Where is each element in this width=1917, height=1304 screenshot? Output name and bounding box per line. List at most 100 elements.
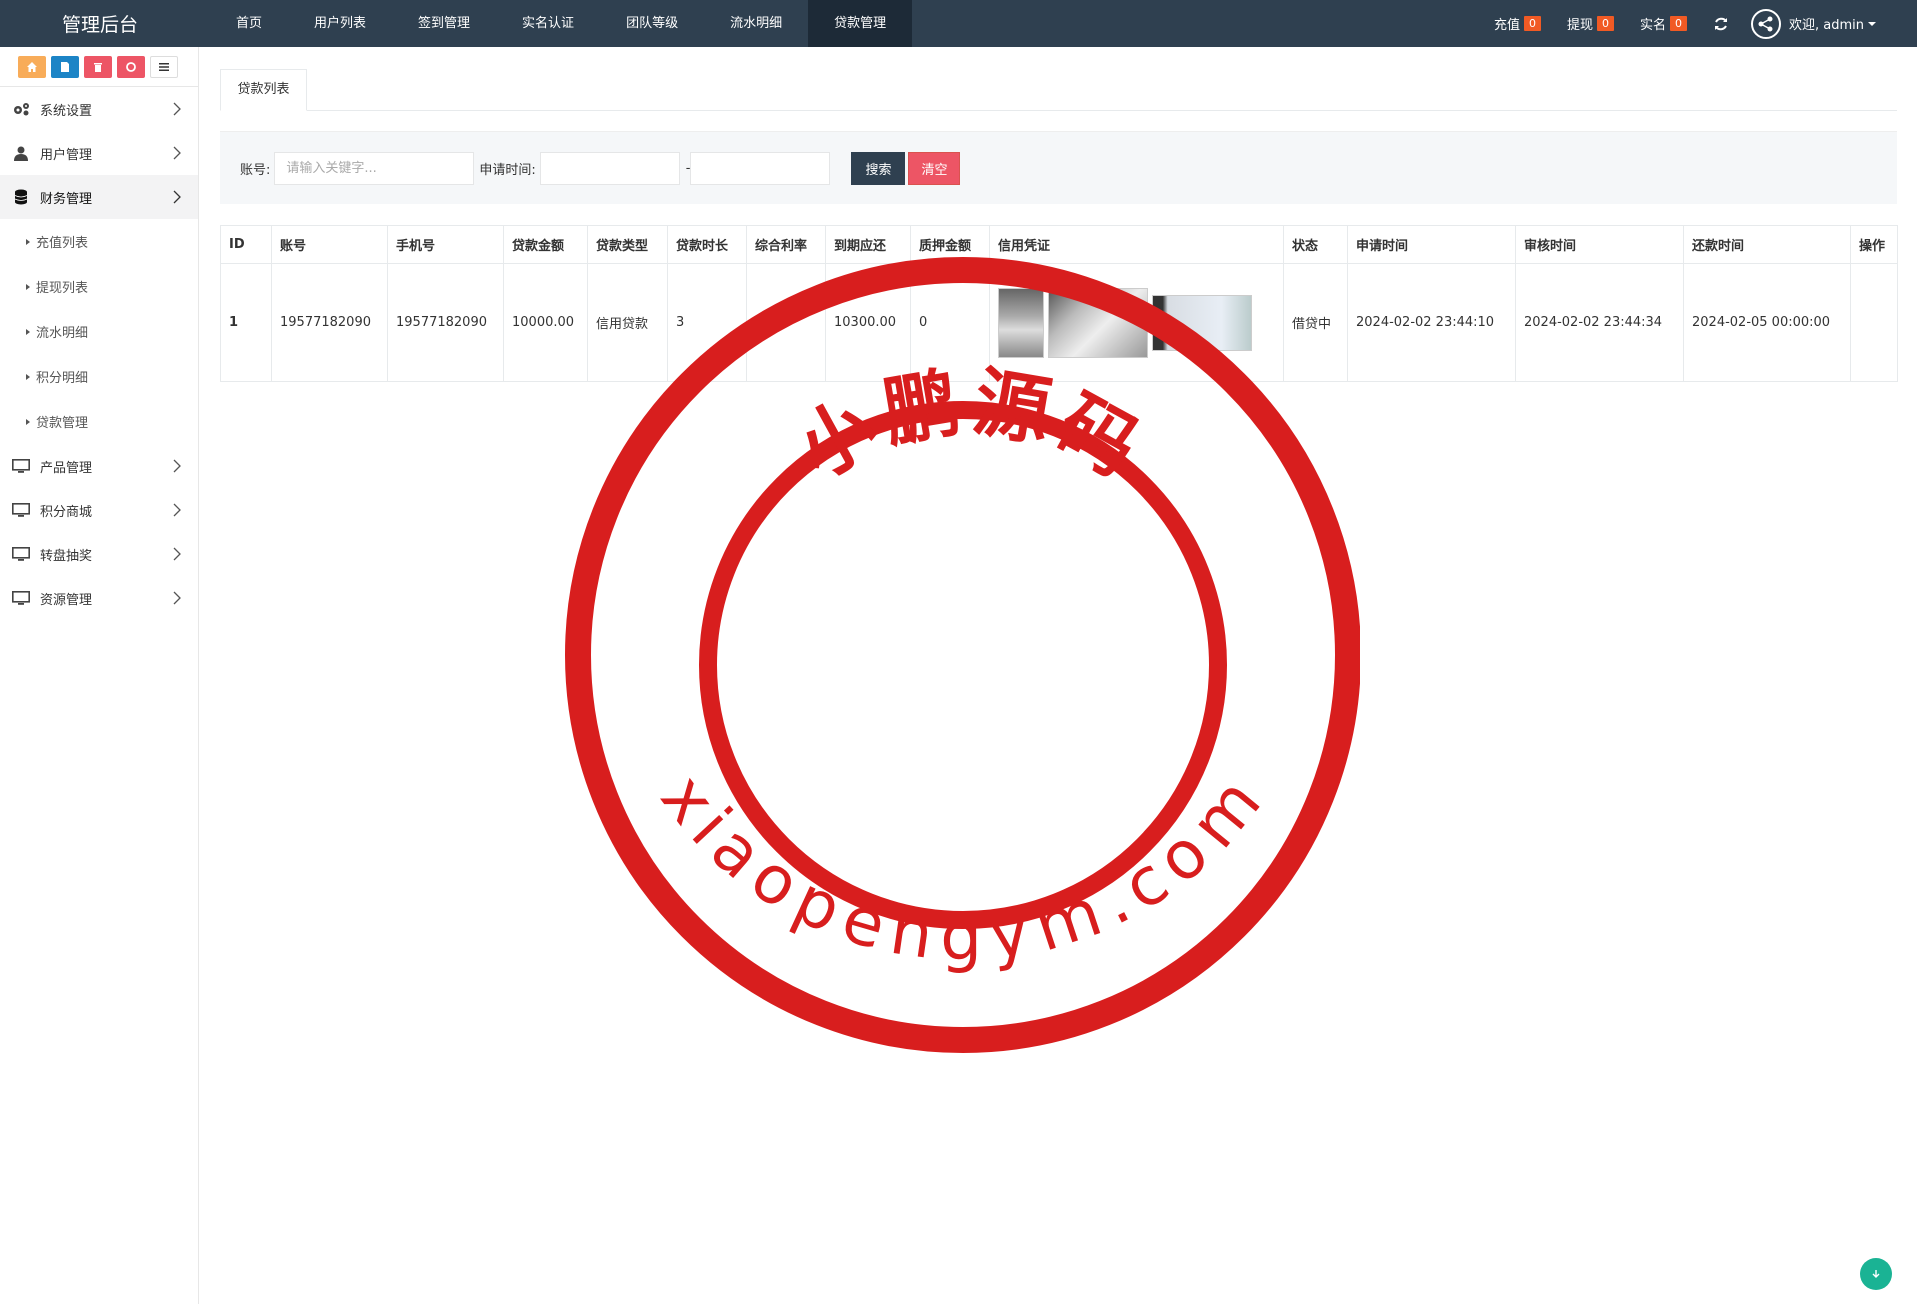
table-header-row: ID 账号 手机号 贷款金额 贷款类型 贷款时长 综合利率 到期应还 质押金额 … xyxy=(220,225,1898,264)
cell-due: 10300.00 xyxy=(825,263,911,382)
sidebar-sub-label: 充值列表 xyxy=(36,236,89,251)
desktop-icon xyxy=(12,590,30,606)
database-icon xyxy=(12,189,30,205)
tab-loan-list[interactable]: 贷款列表 xyxy=(220,69,307,111)
credential-image[interactable] xyxy=(1048,287,1148,358)
sidebar-item-lucky-wheel[interactable]: 转盘抽奖 xyxy=(0,532,198,576)
nav-checkin[interactable]: 签到管理 xyxy=(392,0,496,47)
cell-amount: 10000.00 xyxy=(503,263,588,382)
search-button[interactable]: 搜索 xyxy=(851,151,906,185)
desktop-icon xyxy=(12,458,30,474)
sidebar-item-resource-management[interactable]: 资源管理 xyxy=(0,576,198,620)
desktop-icon xyxy=(12,546,30,562)
sidebar-item-label: 财务管理 xyxy=(40,191,93,207)
col-repay-time[interactable]: 还款时间 xyxy=(1683,225,1851,264)
nav-loan[interactable]: 贷款管理 xyxy=(808,0,913,47)
sidebar-item-user-management[interactable]: 用户管理 xyxy=(0,131,198,175)
caret-right-icon xyxy=(26,238,30,245)
col-credentials[interactable]: 信用凭证 xyxy=(989,225,1284,264)
nav-flow[interactable]: 流水明细 xyxy=(704,0,808,47)
nav-realname[interactable]: 实名认证 xyxy=(496,0,600,47)
trash-button[interactable] xyxy=(84,55,112,78)
home-button[interactable] xyxy=(18,55,46,78)
sidebar-sub-loan-management[interactable]: 贷款管理 xyxy=(0,399,198,444)
account-search-input[interactable] xyxy=(274,151,475,185)
sidebar-item-system-settings[interactable]: 系统设置 xyxy=(0,87,198,131)
chevron-right-icon xyxy=(173,591,181,605)
apply-time-end-input[interactable] xyxy=(690,151,831,185)
cell-credentials xyxy=(989,263,1284,382)
nav-user-list[interactable]: 用户列表 xyxy=(288,0,392,47)
caret-right-icon xyxy=(26,418,30,425)
col-status[interactable]: 状态 xyxy=(1283,225,1348,264)
cell-id: 1 xyxy=(220,263,272,382)
nav-home[interactable]: 首页 xyxy=(200,0,288,47)
avatar[interactable] xyxy=(1751,8,1781,39)
nav-team-level[interactable]: 团队等级 xyxy=(600,0,704,47)
sidebar-sub-label: 积分明细 xyxy=(36,371,89,386)
stamp-inner-ring xyxy=(699,401,1227,929)
withdraw-label: 提现 xyxy=(1566,18,1593,33)
col-type[interactable]: 贷款类型 xyxy=(587,225,668,264)
clear-button[interactable]: 清空 xyxy=(908,151,961,185)
top-nav: 首页 用户列表 签到管理 实名认证 团队等级 流水明细 贷款管理 xyxy=(200,0,913,47)
file-button[interactable] xyxy=(51,55,79,78)
col-review-time[interactable]: 审核时间 xyxy=(1515,225,1684,264)
nav-right: 充值 0 提现 0 实名 0 欢迎, admin xyxy=(1494,0,1877,47)
chevron-right-icon xyxy=(173,190,181,204)
sidebar-item-points-mall[interactable]: 积分商城 xyxy=(0,488,198,532)
col-apply-time[interactable]: 申请时间 xyxy=(1347,225,1516,264)
credential-thumbnails xyxy=(998,287,1275,358)
account-label: 账号: xyxy=(240,162,271,178)
col-id[interactable]: ID xyxy=(220,225,272,264)
cell-phone: 19577182090 xyxy=(387,263,504,382)
col-rate[interactable]: 综合利率 xyxy=(746,225,826,264)
caret-right-icon xyxy=(26,283,30,290)
apply-time-start-input[interactable] xyxy=(539,151,680,185)
col-duration[interactable]: 贷款时长 xyxy=(667,225,747,264)
sidebar-sub-recharge-list[interactable]: 充值列表 xyxy=(0,219,198,264)
sidebar-item-label: 资源管理 xyxy=(40,592,93,608)
welcome-text[interactable]: 欢迎, admin xyxy=(1789,14,1864,33)
loan-table: ID 账号 手机号 贷款金额 贷款类型 贷款时长 综合利率 到期应还 质押金额 … xyxy=(220,225,1898,382)
cell-status: 借贷中 xyxy=(1283,263,1348,382)
refresh-icon[interactable] xyxy=(1713,16,1729,32)
list-button[interactable] xyxy=(150,55,178,78)
stamp-bottom-text: xiaopengym.com xyxy=(646,760,1278,975)
realname-badge: 0 xyxy=(1670,16,1687,31)
brand-title[interactable]: 管理后台 xyxy=(0,10,200,37)
withdraw-stat[interactable]: 提现 0 xyxy=(1567,14,1614,33)
caret-right-icon xyxy=(26,373,30,380)
credential-image[interactable] xyxy=(998,287,1044,358)
arrow-down-icon xyxy=(1872,1270,1880,1278)
col-amount[interactable]: 贷款金额 xyxy=(503,225,588,264)
col-pledge[interactable]: 质押金额 xyxy=(910,225,990,264)
sidebar-item-finance-management[interactable]: 财务管理 xyxy=(0,175,198,219)
list-icon xyxy=(159,62,169,71)
quick-buttons xyxy=(0,47,198,87)
sidebar-sub-flow-detail[interactable]: 流水明细 xyxy=(0,309,198,354)
sidebar: 系统设置 用户管理 财务管理 充值列表 提现列表 流水明细 积分明细 贷款管理 … xyxy=(0,47,199,1304)
main-content: 贷款列表 账号: 申请时间: - 搜索 清空 ID 账号 手机号 贷款金额 贷款… xyxy=(220,47,1898,382)
table-row: 1 19577182090 19577182090 10000.00 信用贷款 … xyxy=(220,263,1898,382)
floating-action-button[interactable] xyxy=(1860,1258,1892,1290)
credential-image[interactable] xyxy=(1152,294,1252,351)
cell-repay-time: 2024-02-05 00:00:00 xyxy=(1683,263,1851,382)
sidebar-sub-withdraw-list[interactable]: 提现列表 xyxy=(0,264,198,309)
realname-stat[interactable]: 实名 0 xyxy=(1640,14,1687,33)
sidebar-sub-label: 提现列表 xyxy=(36,281,89,296)
sidebar-sub-points-detail[interactable]: 积分明细 xyxy=(0,354,198,399)
col-account[interactable]: 账号 xyxy=(271,225,388,264)
caret-down-icon[interactable] xyxy=(1867,20,1877,28)
recharge-label: 充值 xyxy=(1493,18,1520,33)
col-phone[interactable]: 手机号 xyxy=(387,225,504,264)
sidebar-item-label: 积分商城 xyxy=(40,504,93,520)
recycle-icon xyxy=(126,61,136,72)
recharge-stat[interactable]: 充值 0 xyxy=(1494,14,1541,33)
sidebar-item-product-management[interactable]: 产品管理 xyxy=(0,444,198,488)
gears-icon xyxy=(12,101,30,117)
col-due[interactable]: 到期应还 xyxy=(825,225,911,264)
recycle-button[interactable] xyxy=(117,55,145,78)
cell-rate: 1% xyxy=(746,263,826,382)
cell-duration: 3 xyxy=(667,263,747,382)
